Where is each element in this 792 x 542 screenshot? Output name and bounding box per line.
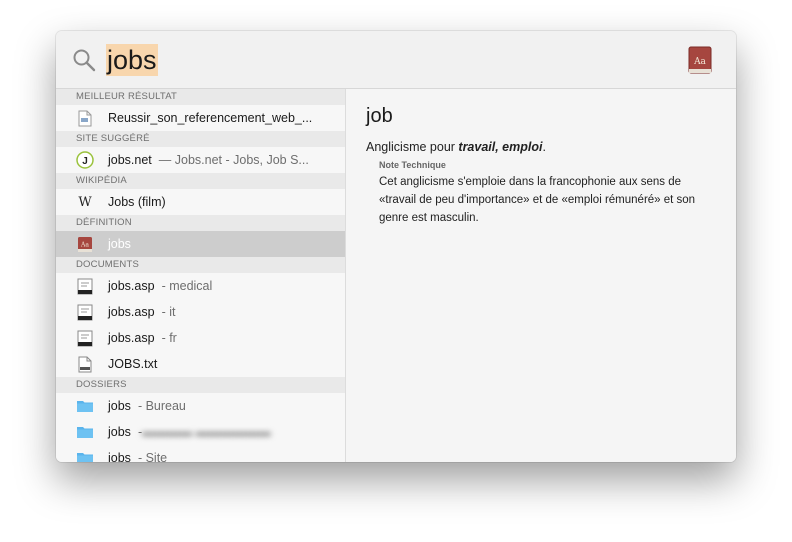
redacted-path: ▬▬▬▬ ▬▬▬▬▬▬ [142,425,271,439]
result-subtitle: - it [161,305,176,319]
result-row-folder[interactable]: jobs - Bureau [56,393,345,419]
result-subtitle: - medical [161,279,213,293]
document-icon [76,277,94,295]
search-icon [73,49,96,72]
result-title: jobs.asp [108,279,155,293]
result-subtitle: — Jobs.net - Jobs, Job S... [158,153,309,167]
result-title: Reussir_son_referencement_web_... [108,111,313,125]
document-icon [76,303,94,321]
result-row-best-match[interactable]: Reussir_son_referencement_web_... [56,105,345,131]
section-header-folders: DOSSIERS [56,377,345,393]
dictionary-icon: Aa [76,235,94,253]
pdf-document-icon [76,109,94,127]
note-title: Note Technique [379,160,446,170]
definition-suffix: . [542,140,546,154]
definition-line: Anglicisme pour travail, emploi. [366,140,546,154]
result-row-wikipedia[interactable]: W Jobs (film) [56,189,345,215]
svg-text:Aa: Aa [693,57,706,67]
result-title: jobs [108,451,131,462]
result-row-document[interactable]: jobs.asp - it [56,299,345,325]
definition-headword: job [366,105,393,127]
definition-prefix: Anglicisme pour [366,140,459,154]
svg-text:J: J [82,156,88,167]
result-subtitle: - Site [137,451,168,462]
definition-emphasis: travail, emploi [458,140,543,154]
result-title: jobs [108,399,131,413]
spotlight-window: jobs Aa MEILLEUR RÉSULTAT Reussir_son_re… [56,31,736,462]
result-title: jobs.asp [108,331,155,345]
result-row-document[interactable]: jobs.asp - fr [56,325,345,351]
result-title: jobs.asp [108,305,155,319]
folder-icon [76,397,94,415]
result-title: JOBS.txt [108,357,158,371]
results-list: MEILLEUR RÉSULTAT Reussir_son_referencem… [56,89,346,462]
result-row-suggested-site[interactable]: J jobs.net — Jobs.net - Jobs, Job S... [56,147,345,173]
result-row-document[interactable]: JOBS.txt [56,351,345,377]
search-input[interactable]: jobs [106,44,158,76]
wikipedia-icon: W [78,194,92,210]
result-title: jobs.net [108,153,152,167]
section-header-best-result: MEILLEUR RÉSULTAT [56,89,345,105]
result-subtitle: - Bureau [137,399,186,413]
folder-icon [76,449,94,462]
section-header-documents: DOCUMENTS [56,257,345,273]
result-row-definition[interactable]: Aa jobs [56,231,345,257]
result-row-folder[interactable]: jobs - ▬▬▬▬ ▬▬▬▬▬▬ [56,419,345,445]
document-icon [76,329,94,347]
note-text: Cet anglicisme s'emploie dans la francop… [379,176,696,224]
section-header-wikipedia: WIKIPÉDIA [56,173,345,189]
result-title: Jobs (film) [108,195,166,209]
preview-pane: job Anglicisme pour travail, emploi. Not… [346,89,736,462]
text-file-icon [76,355,94,373]
search-bar: jobs Aa [56,31,736,89]
result-row-folder[interactable]: jobs - Site [56,445,345,462]
result-title: jobs [108,237,131,251]
section-header-definition: DÉFINITION [56,215,345,231]
folder-icon [76,423,94,441]
section-header-suggested-site: SITE SUGGÉRÉ [56,131,345,147]
result-row-document[interactable]: jobs.asp - medical [56,273,345,299]
website-favicon: J [76,151,94,169]
svg-text:Aa: Aa [80,241,89,248]
result-title: jobs [108,425,131,439]
dictionary-app-icon[interactable]: Aa [686,45,714,75]
result-subtitle: - fr [161,331,177,345]
